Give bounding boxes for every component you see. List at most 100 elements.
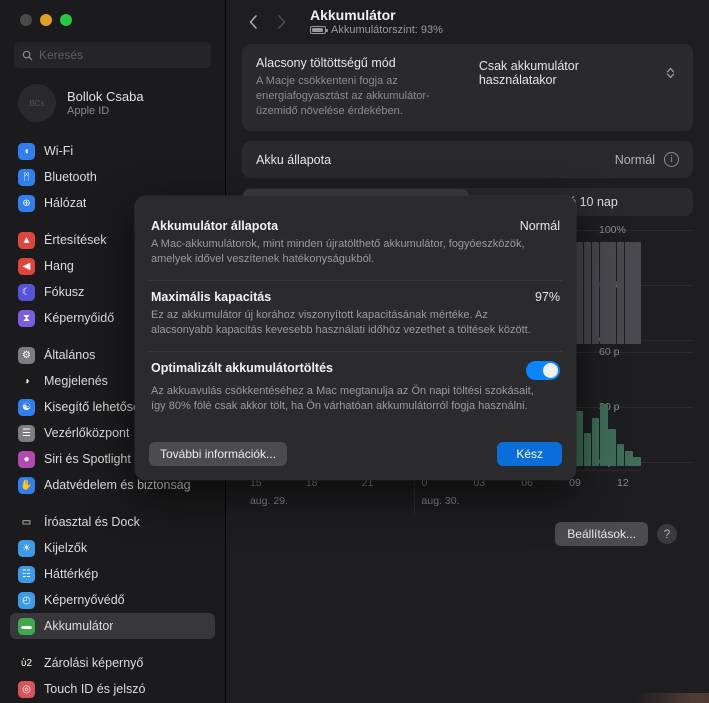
minimize-button[interactable] — [40, 14, 52, 26]
zoom-button[interactable] — [60, 14, 72, 26]
screen-time-icon: ⧗ — [18, 309, 35, 327]
search-field[interactable] — [14, 42, 211, 68]
low-power-mode-card: Alacsony töltöttségű mód A Macje csökken… — [242, 44, 693, 131]
modal-sections: Akkumulátor állapota Normál A Mac-akkumulá… — [135, 196, 576, 432]
battery-level-text: Akkumulátorszint: 93% — [331, 24, 443, 36]
back-button[interactable] — [240, 9, 266, 35]
sidebar-item-bluetooth[interactable]: ᛗ Bluetooth — [10, 164, 215, 190]
chart-bar — [591, 241, 600, 344]
modal-section-value: Normál — [519, 219, 560, 233]
x-axis-tick: 12 — [617, 477, 629, 489]
sidebar-item-label: Siri és Spotlight — [44, 452, 131, 466]
sidebar-item-label: Megjelenés — [44, 374, 108, 388]
search-input[interactable] — [39, 48, 203, 62]
control-center-icon: ☰ — [18, 424, 35, 442]
sidebar-group-3: ▭ Íróasztal és Dock ☀ Kijelzők ☷ Háttérkép ◴ Ké… — [10, 509, 215, 639]
footer-actions: Beállítások... ? — [242, 514, 693, 546]
sidebar-item-label: Értesítések — [44, 233, 107, 247]
sidebar-item-label: Adatvédelem és biztonság — [44, 478, 191, 492]
x-axis-tick: 09 — [569, 477, 581, 489]
sidebar-item-k-perny-v-d[interactable]: ◴ Képernyővédő — [10, 587, 215, 613]
bluetooth-icon: ᛗ — [18, 168, 35, 186]
done-button[interactable]: Kész — [497, 442, 562, 466]
sidebar-item-label: Vezérlőközpont — [44, 426, 130, 440]
chevron-right-icon — [277, 15, 285, 29]
modal-section-description: A Mac-akkumulátorok, mint minden újratöl… — [151, 238, 525, 265]
privacy-icon: ✋ — [18, 476, 35, 494]
modal-footer: További információk... Kész — [135, 432, 576, 480]
sidebar-item-label: Háttérkép — [44, 567, 99, 581]
appearance-icon: ◑ — [18, 372, 35, 390]
battery-icon: ▬ — [18, 617, 35, 635]
sidebar-item-z-rol-si-k-perny[interactable]: ὑ2 Zárolási képernyő — [10, 650, 215, 676]
low-power-description: A Macje csökkenteni fogja az energiafogy… — [256, 75, 430, 117]
modal-section-header: Maximális kapacitás 97% — [151, 290, 560, 304]
sidebar-item-kijelz-k[interactable]: ☀ Kijelzők — [10, 535, 215, 561]
touch-id-icon: ◎ — [18, 680, 35, 698]
page-title: Akkumulátor — [310, 7, 396, 23]
sidebar-item-akkumul-tor[interactable]: ▬ Akkumulátor — [10, 613, 215, 639]
chart-bar — [583, 433, 592, 466]
desktop-dock-icon: ▭ — [18, 513, 35, 531]
accessibility-icon: ☯ — [18, 398, 35, 416]
sidebar-item-label: Íróasztal és Dock — [44, 515, 140, 529]
sidebar-item-label: Hálózat — [44, 196, 87, 210]
network-icon: ⊕ — [18, 194, 35, 212]
modal-section-header: Optimalizált akkumulátortöltés — [151, 361, 560, 380]
chart-bar — [616, 241, 625, 344]
chevron-up-down-icon — [666, 67, 675, 79]
sidebar-item-label: Bluetooth — [44, 170, 97, 184]
help-button[interactable]: ? — [657, 524, 677, 544]
sidebar-item-wi-fi[interactable]: ◖ Wi-Fi — [10, 138, 215, 164]
chart-bar — [625, 451, 633, 466]
chart-bar — [616, 444, 625, 466]
low-power-selected-value: Csak akkumulátor használatakor — [478, 59, 579, 87]
sidebar-item-h-tt-rk-p[interactable]: ☷ Háttérkép — [10, 561, 215, 587]
chart-bar — [625, 241, 633, 344]
battery-health-card: Akku állapota Normál i — [242, 141, 693, 178]
more-info-button[interactable]: További információk... — [149, 442, 288, 466]
chart-bar — [633, 241, 641, 344]
battery-health-value: Normál — [614, 152, 655, 167]
modal-section-title: Akkumulátor állapota — [151, 219, 279, 233]
displays-icon: ☀ — [18, 539, 35, 557]
chart-bar — [591, 418, 600, 466]
settings-button[interactable]: Beállítások... — [555, 522, 648, 546]
chart-bar — [575, 411, 583, 466]
modal-section-title: Optimalizált akkumulátortöltés — [151, 361, 333, 375]
sidebar-group-4: ὑ2Zárolási képernyő◎Touch ID és jelszó὆5… — [10, 650, 215, 703]
window-traffic-lights — [10, 0, 215, 34]
siri-icon: ● — [18, 450, 35, 468]
modal-section-header: Akkumulátor állapota Normál — [151, 219, 560, 233]
sidebar-item-label: Akkumulátor — [44, 619, 114, 633]
system-settings-window: BCs Bollok Csaba Apple ID ◖ Wi-Fi ᛗ Bluetoo… — [0, 0, 709, 703]
sidebar-item-label: Fókusz — [44, 285, 85, 299]
chart-bar — [608, 241, 616, 344]
info-icon[interactable]: i — [664, 152, 679, 167]
sidebar-item-r-asztal-s-dock[interactable]: ▭ Íróasztal és Dock — [10, 509, 215, 535]
apple-id-profile-row[interactable]: BCs Bollok Csaba Apple ID — [10, 78, 215, 128]
close-button[interactable] — [20, 14, 32, 26]
sound-icon: ◀ — [18, 257, 35, 275]
chart-bar — [608, 429, 616, 466]
profile-subtitle: Apple ID — [67, 104, 110, 117]
battery-health-label: Akku állapota — [256, 152, 332, 167]
optimized-charging-toggle[interactable] — [526, 361, 560, 380]
low-power-mode-dropdown[interactable]: Csak akkumulátor használatakor — [471, 56, 679, 90]
sidebar-item-label: Touch ID és jelszó — [44, 682, 146, 696]
lock-screen-icon: ὑ2 — [18, 654, 35, 672]
sidebar-item-label: Wi-Fi — [44, 144, 74, 158]
forward-button[interactable] — [268, 9, 294, 35]
modal-section-2: Optimalizált akkumulátortöltés Az akkuavu… — [149, 352, 562, 424]
sidebar-item-touch-id-s-jelsz[interactable]: ◎ Touch ID és jelszó — [10, 676, 215, 702]
x-axis-day-label: aug. 30. — [421, 495, 460, 507]
wallpaper-icon: ☷ — [18, 565, 35, 583]
page-subtitle: Akkumulátorszint: 93% — [310, 23, 443, 37]
chart-bar — [575, 241, 583, 344]
chart-bar — [600, 403, 608, 466]
modal-section-value: 97% — [534, 290, 560, 304]
battery-level-icon — [310, 26, 328, 34]
search-icon — [22, 50, 33, 60]
sidebar-item-label: Hang — [44, 259, 74, 273]
modal-section-title: Maximális kapacitás — [151, 290, 272, 304]
